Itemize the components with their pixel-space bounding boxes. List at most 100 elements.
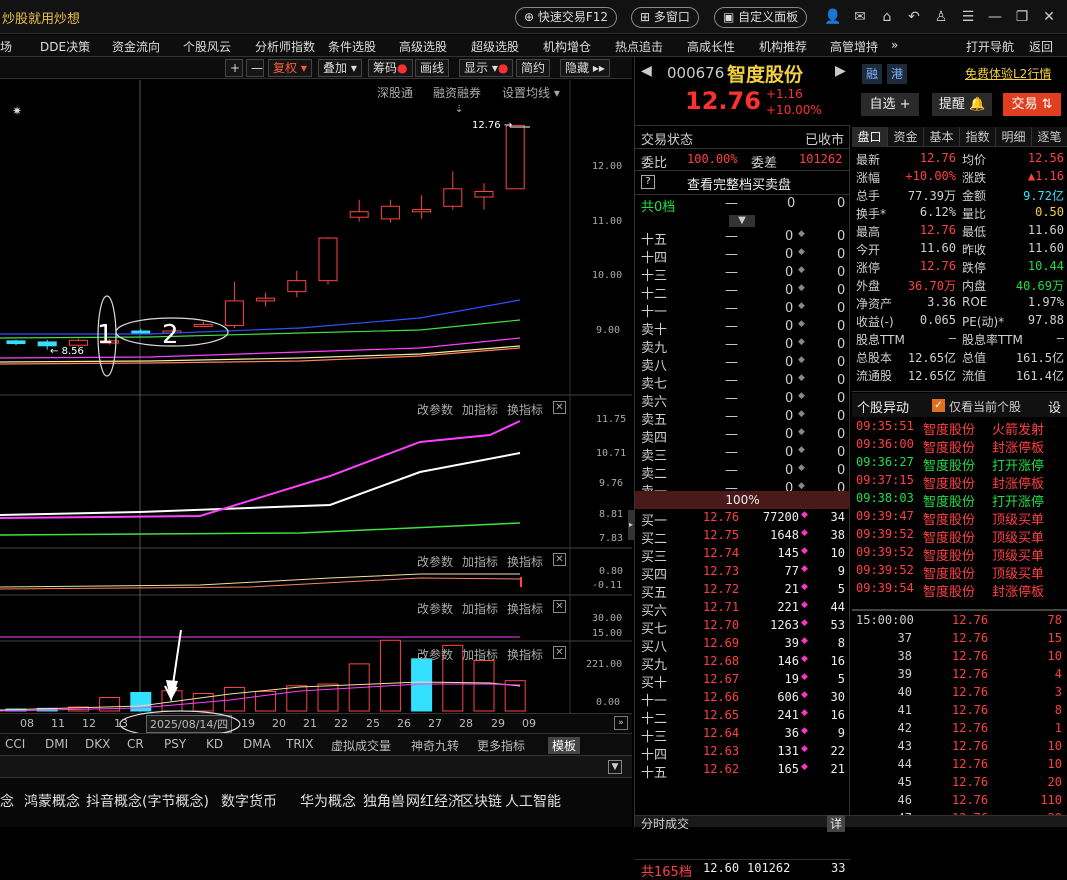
concept-tag[interactable]: 数字货币: [221, 791, 277, 811]
alert-event[interactable]: 火箭发射: [992, 419, 1044, 438]
collapse-icon[interactable]: ▼: [608, 760, 622, 774]
user-icon[interactable]: 👤: [824, 8, 842, 26]
chips-button[interactable]: 筹码●: [368, 59, 413, 77]
simple-button[interactable]: 简约: [516, 59, 551, 77]
sub3-close-icon[interactable]: ✕: [553, 600, 566, 613]
alert-event[interactable]: 顶级买单: [992, 563, 1044, 582]
trades-detail-button[interactable]: 详: [827, 815, 846, 832]
tab-4[interactable]: 明细: [996, 127, 1032, 147]
menu-item-5[interactable]: 条件选股: [328, 38, 376, 55]
menu-item-3[interactable]: 个股风云: [183, 38, 231, 55]
alert-event[interactable]: 打开涨停: [992, 455, 1044, 474]
menu-item-8[interactable]: 机构增仓: [543, 38, 591, 55]
zoom-in-button[interactable]: +: [225, 59, 243, 77]
alerts-settings-button[interactable]: 设: [1048, 397, 1061, 416]
tab-3[interactable]: 指数: [960, 127, 996, 147]
sub4-add-indicator[interactable]: 加指标: [462, 646, 498, 663]
menu-item-12[interactable]: 高管增持: [830, 38, 878, 55]
indicator-tab-7[interactable]: TRIX: [286, 737, 313, 751]
indicator-tab-9[interactable]: 神奇九转: [411, 737, 459, 754]
sub4-close-icon[interactable]: ✕: [553, 646, 566, 659]
menu-item-14[interactable]: 打开导航: [966, 38, 1014, 55]
concept-tag[interactable]: 人工智能: [505, 791, 561, 811]
menu-item-2[interactable]: 资金流向: [112, 38, 160, 55]
add-watchlist-button[interactable]: 自选 +: [861, 93, 919, 116]
next-stock-icon[interactable]: ▶: [835, 63, 846, 79]
home-icon[interactable]: ⌂: [878, 8, 896, 26]
menu-item-1[interactable]: DDE决策: [40, 38, 90, 55]
alert-event[interactable]: 封涨停板: [992, 473, 1044, 492]
kline-chart[interactable]: 深股通 融资融券 设置均线 ▾ ✷ ⇣ 12.76 → ← 8.56 1 2 1…: [0, 80, 632, 713]
sub4-change-params[interactable]: 改参数: [417, 646, 453, 663]
sub2-swap-indicator[interactable]: 换指标: [507, 553, 543, 570]
remind-button[interactable]: 提醒 🔔: [932, 93, 992, 116]
sub1-change-params[interactable]: 改参数: [417, 401, 453, 418]
sub1-close-icon[interactable]: ✕: [553, 401, 566, 414]
indicator-tab-11[interactable]: 模板: [548, 737, 581, 754]
skin-icon[interactable]: ♙: [932, 8, 950, 26]
adjust-button[interactable]: 复权 ▾: [268, 59, 312, 77]
menu-item-9[interactable]: 热点追击: [615, 38, 663, 55]
menu-item-6[interactable]: 高级选股: [399, 38, 447, 55]
multi-window-button[interactable]: ⊞ 多窗口: [631, 7, 699, 28]
indicator-tab-2[interactable]: DKX: [85, 737, 110, 751]
menu-icon[interactable]: ☰: [959, 8, 977, 26]
margin-link[interactable]: 融资融券: [433, 84, 481, 101]
trade-button[interactable]: 交易 ⇅: [1003, 93, 1061, 116]
indicator-tab-1[interactable]: DMI: [45, 737, 68, 751]
close-icon[interactable]: ✕: [1040, 8, 1058, 26]
concept-tag[interactable]: 鸿蒙概念: [24, 791, 80, 811]
tab-2[interactable]: 基本: [924, 127, 960, 147]
ma-settings-link[interactable]: 设置均线 ▾: [502, 84, 560, 101]
concept-tag[interactable]: 独角兽: [363, 791, 405, 811]
alert-event[interactable]: 封涨停板: [992, 437, 1044, 456]
hide-button[interactable]: 隐藏 ▸▸: [560, 59, 610, 77]
sub1-add-indicator[interactable]: 加指标: [462, 401, 498, 418]
indicator-tab-10[interactable]: 更多指标: [477, 737, 525, 754]
menu-item-15[interactable]: 返回: [1029, 38, 1053, 55]
overlay-button[interactable]: 叠加 ▾: [318, 59, 362, 77]
display-button[interactable]: 显示 ▾●: [459, 59, 514, 77]
quick-trade-button[interactable]: ⊕ 快速交易F12: [515, 7, 618, 28]
indicator-tab-0[interactable]: CCI: [5, 737, 25, 751]
back-icon[interactable]: ↶: [905, 8, 923, 26]
indicator-tab-3[interactable]: CR: [127, 737, 144, 751]
sub3-change-params[interactable]: 改参数: [417, 600, 453, 617]
draw-line-button[interactable]: 画线: [415, 59, 450, 77]
prev-stock-icon[interactable]: ◀: [641, 63, 652, 79]
tab-5[interactable]: 逐笔: [1032, 127, 1067, 147]
expand-asks-icon[interactable]: ▼: [729, 215, 755, 227]
indicator-tab-5[interactable]: KD: [206, 737, 223, 751]
indicator-tab-8[interactable]: 虚拟成交量: [331, 737, 391, 754]
help-icon[interactable]: ?: [641, 175, 655, 189]
only-current-checkbox[interactable]: ✓: [932, 399, 945, 412]
sub4-swap-indicator[interactable]: 换指标: [507, 646, 543, 663]
alert-event[interactable]: 封涨停板: [992, 581, 1044, 600]
concept-tag[interactable]: 抖音概念(字节概念): [86, 791, 209, 811]
hk-connect-link[interactable]: 深股通: [377, 84, 413, 101]
menu-item-0[interactable]: 场: [0, 38, 12, 55]
concept-tag[interactable]: 念: [0, 791, 14, 811]
tab-1[interactable]: 资金: [888, 127, 924, 147]
sub2-add-indicator[interactable]: 加指标: [462, 553, 498, 570]
sub2-close-icon[interactable]: ✕: [553, 553, 566, 566]
concept-tag[interactable]: 华为概念: [300, 791, 356, 811]
zoom-out-button[interactable]: —: [246, 59, 264, 77]
menu-item-4[interactable]: 分析师指数: [255, 38, 315, 55]
view-full-book-link[interactable]: 查看完整档买卖盘: [687, 174, 791, 193]
l2-trial-link[interactable]: 免费体验L2行情: [965, 65, 1051, 82]
alert-event[interactable]: 顶级买单: [992, 545, 1044, 564]
menu-item-13[interactable]: »: [891, 38, 898, 52]
concept-tag[interactable]: 区块链: [460, 791, 502, 811]
menu-item-11[interactable]: 机构推荐: [759, 38, 807, 55]
sub3-add-indicator[interactable]: 加指标: [462, 600, 498, 617]
alert-event[interactable]: 顶级买单: [992, 509, 1044, 528]
sub3-swap-indicator[interactable]: 换指标: [507, 600, 543, 617]
custom-panel-button[interactable]: ▣ 自定义面板: [714, 7, 808, 28]
indicator-tab-6[interactable]: DMA: [243, 737, 271, 751]
tab-0[interactable]: 盘口: [852, 127, 888, 147]
kline-svg[interactable]: [0, 80, 632, 713]
sub2-change-params[interactable]: 改参数: [417, 553, 453, 570]
sub1-swap-indicator[interactable]: 换指标: [507, 401, 543, 418]
restore-icon[interactable]: ❐: [1013, 8, 1031, 26]
